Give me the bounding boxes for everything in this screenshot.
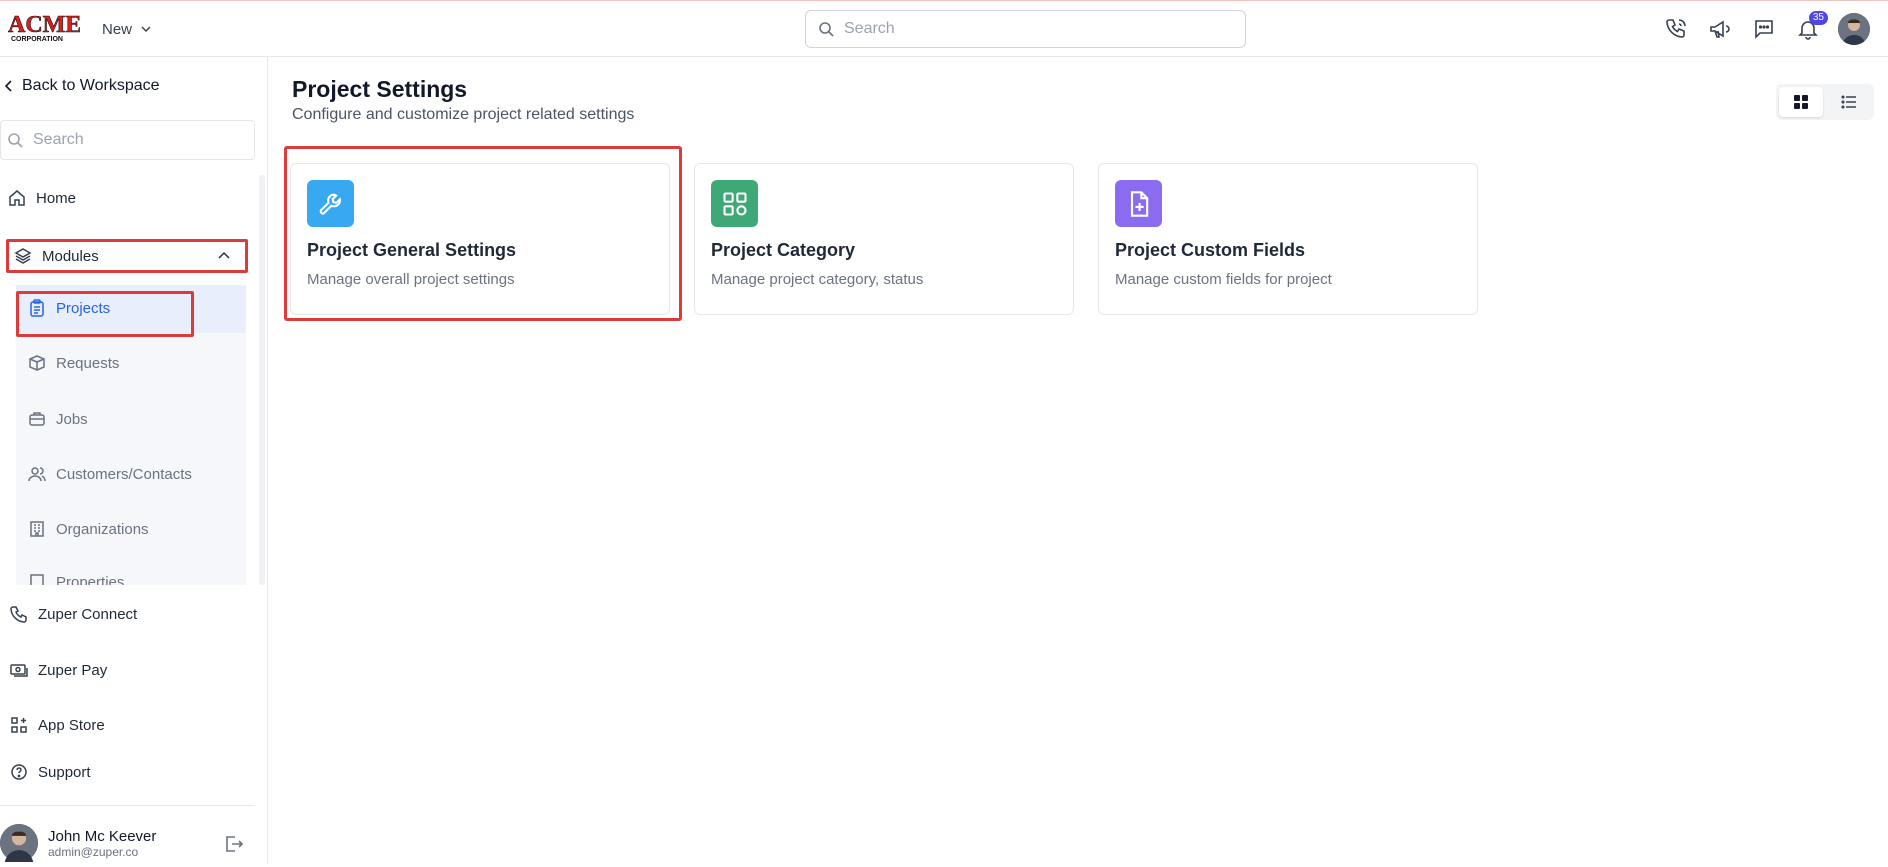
- grid-icon: [711, 180, 758, 227]
- user-email: admin@zuper.co: [48, 844, 139, 859]
- page-title: Project Settings: [292, 76, 468, 102]
- sidebar-item-customers[interactable]: Customers/Contacts: [28, 465, 192, 483]
- top-bar: ACME CORPORATION New 35: [0, 0, 1888, 57]
- zuper-pay-label: Zuper Pay: [38, 661, 108, 679]
- zuper-connect-label: Zuper Connect: [38, 605, 138, 623]
- card-title: Project Category: [711, 240, 856, 260]
- customers-label: Customers/Contacts: [56, 465, 192, 483]
- megaphone-icon[interactable]: [1706, 14, 1734, 44]
- home-icon: [9, 190, 25, 206]
- card-project-general-settings[interactable]: Project General Settings Manage overall …: [290, 163, 670, 315]
- user-name: John Mc Keever: [48, 827, 157, 845]
- list-view-button[interactable]: [1827, 87, 1871, 117]
- search-icon: [8, 133, 23, 148]
- requests-label: Requests: [56, 354, 120, 372]
- support-label: Support: [38, 763, 91, 781]
- back-to-workspace-link[interactable]: Back to Workspace: [4, 77, 160, 95]
- card-project-category[interactable]: Project Category Manage project category…: [694, 163, 1074, 315]
- user-profile[interactable]: John Mc Keever admin@zuper.co: [0, 824, 156, 862]
- properties-label: Properties: [56, 573, 125, 586]
- wrench-icon: [307, 180, 354, 227]
- help-icon: [11, 764, 27, 780]
- property-icon: [30, 574, 44, 585]
- card-project-custom-fields[interactable]: Project Custom Fields Manage custom fiel…: [1098, 163, 1478, 315]
- sidebar-item-zuper-pay[interactable]: Zuper Pay: [10, 661, 107, 679]
- svg-text:CORPORATION: CORPORATION: [11, 36, 63, 43]
- sidebar-item-jobs[interactable]: Jobs: [28, 410, 88, 428]
- view-toggle: [1776, 84, 1874, 120]
- global-search-input[interactable]: [844, 20, 1224, 38]
- avatar: [0, 824, 38, 862]
- sidebar-item-app-store[interactable]: App Store: [10, 716, 105, 734]
- phone-icon: [10, 606, 27, 623]
- sidebar-item-organizations[interactable]: Organizations: [28, 520, 149, 538]
- chevron-up-icon: [218, 251, 230, 259]
- apps-icon: [11, 717, 27, 733]
- sidebar-item-modules[interactable]: Modules: [6, 239, 248, 273]
- app-store-label: App Store: [38, 716, 105, 734]
- jobs-label: Jobs: [56, 410, 88, 428]
- sidebar-scrollbar[interactable]: [259, 175, 265, 585]
- global-search[interactable]: [805, 10, 1246, 48]
- users-icon: [28, 467, 46, 482]
- box-icon: [29, 355, 45, 371]
- briefcase-icon: [29, 412, 45, 426]
- user-avatar[interactable]: [1838, 13, 1870, 45]
- money-icon: [10, 664, 28, 677]
- organizations-label: Organizations: [56, 520, 149, 538]
- card-description: Manage custom fields for project: [1115, 271, 1332, 288]
- home-label: Home: [36, 189, 77, 207]
- layers-icon: [14, 248, 32, 264]
- grid-view-button[interactable]: [1779, 87, 1823, 117]
- sidebar-item-home[interactable]: Home: [8, 189, 76, 207]
- chat-icon[interactable]: [1750, 14, 1778, 44]
- bell-icon[interactable]: 35: [1794, 11, 1828, 44]
- file-plus-icon: [1115, 180, 1162, 227]
- sidebar-item-support[interactable]: Support: [10, 763, 91, 781]
- top-accent-line: [0, 0, 1888, 1]
- svg-text:ACME: ACME: [8, 12, 80, 38]
- sidebar: Back to Workspace Home Modules Projects …: [0, 57, 268, 864]
- acme-logo[interactable]: ACME CORPORATION: [8, 10, 80, 44]
- chevron-down-icon: [141, 26, 151, 33]
- projects-highlight-box: [16, 291, 194, 337]
- list-icon: [1841, 95, 1856, 109]
- sidebar-divider: [0, 805, 255, 806]
- new-button[interactable]: New: [102, 19, 152, 39]
- new-label: New: [102, 20, 133, 38]
- sidebar-item-requests[interactable]: Requests: [28, 354, 119, 372]
- notification-badge: 35: [1808, 11, 1828, 25]
- grid-icon: [1794, 95, 1808, 109]
- sidebar-item-properties[interactable]: Properties: [28, 573, 124, 585]
- card-description: Manage overall project settings: [307, 271, 515, 288]
- phone-icon[interactable]: [1662, 14, 1690, 44]
- chevron-left-icon: [4, 80, 12, 92]
- card-description: Manage project category, status: [711, 271, 924, 288]
- card-title: Project General Settings: [307, 240, 517, 260]
- sidebar-item-zuper-connect[interactable]: Zuper Connect: [10, 605, 137, 623]
- building-icon: [30, 521, 44, 537]
- logout-icon[interactable]: [222, 833, 244, 860]
- search-icon: [819, 22, 834, 37]
- sidebar-search[interactable]: [0, 120, 255, 160]
- back-label: Back to Workspace: [22, 77, 160, 94]
- sidebar-search-input[interactable]: [33, 131, 233, 149]
- modules-label: Modules: [42, 247, 99, 265]
- card-title: Project Custom Fields: [1115, 240, 1306, 260]
- page-subtitle: Configure and customize project related …: [292, 106, 635, 123]
